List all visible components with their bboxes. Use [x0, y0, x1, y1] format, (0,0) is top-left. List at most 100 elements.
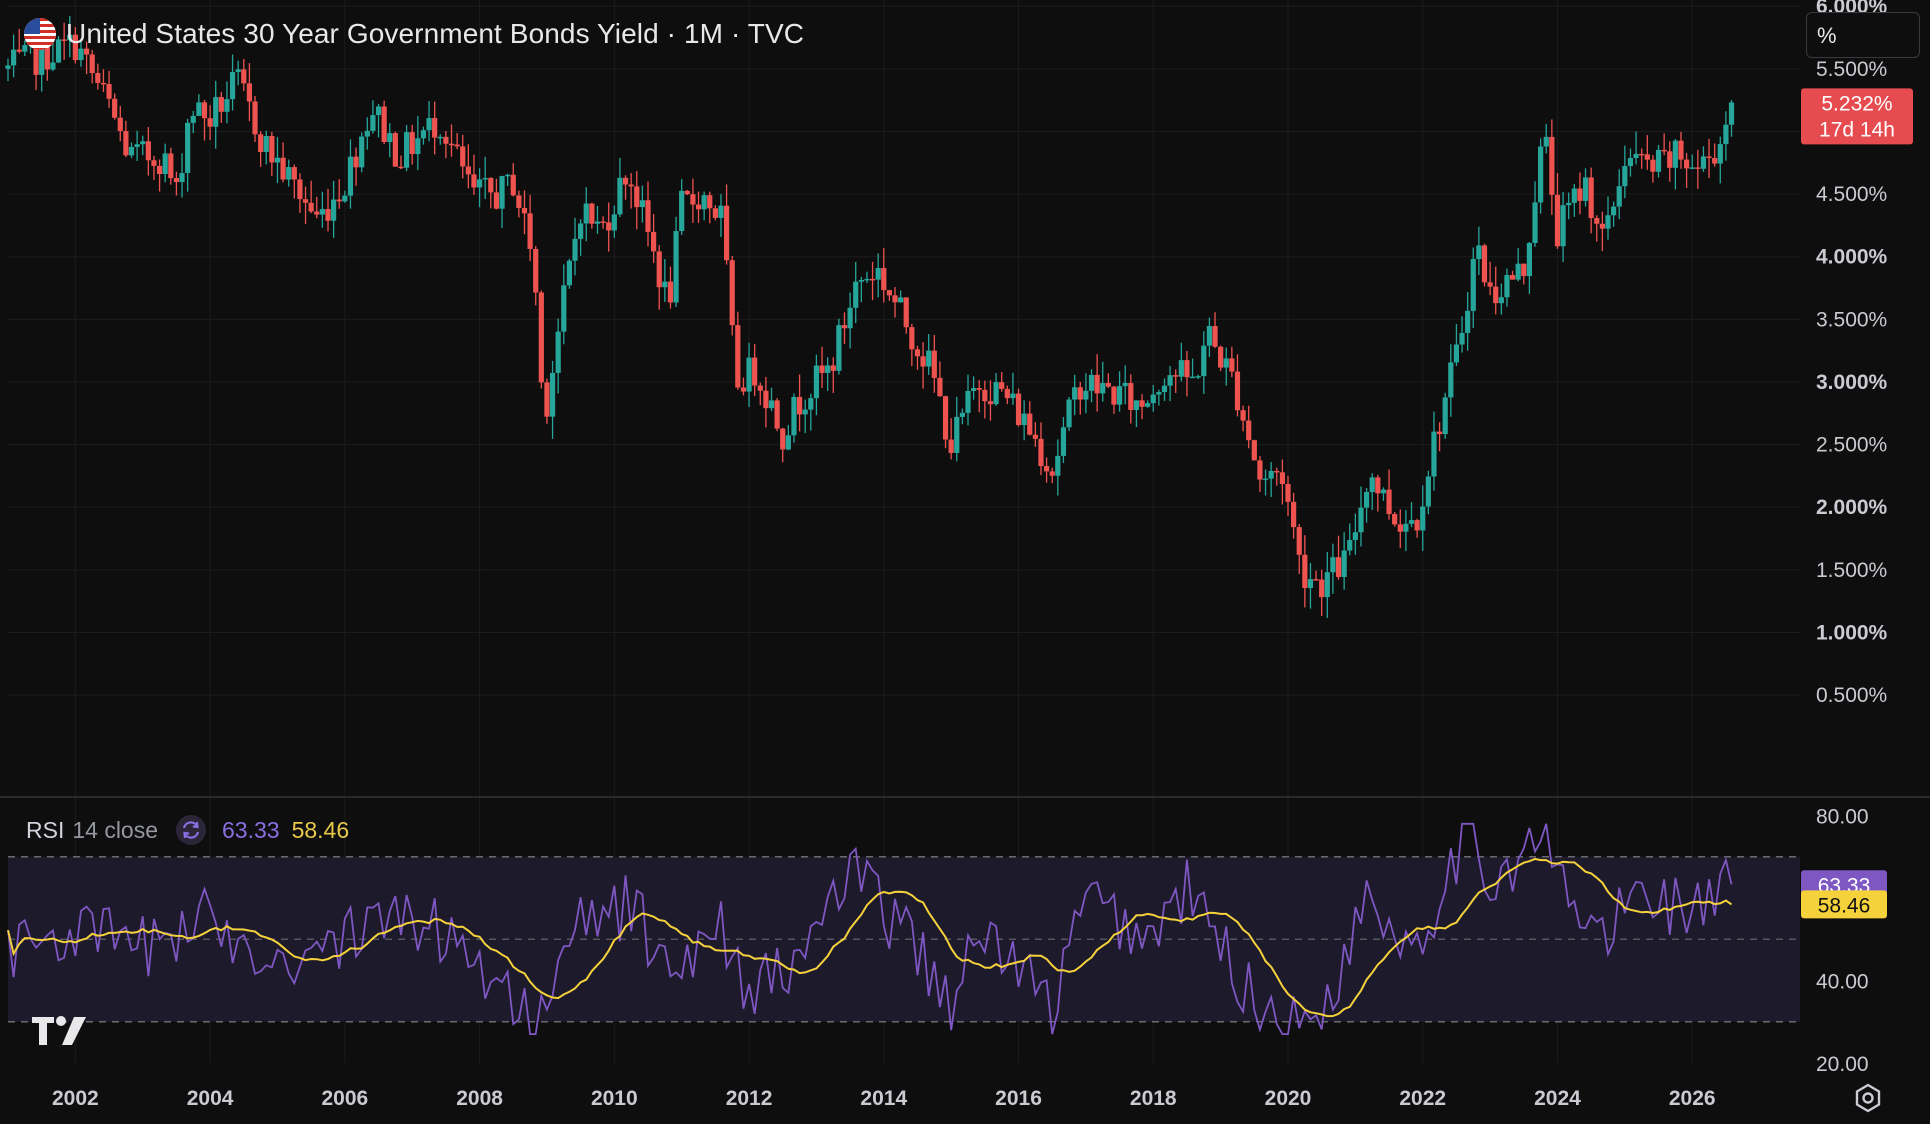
candle [1279, 459, 1285, 505]
candle [1352, 513, 1358, 555]
candle [325, 188, 331, 232]
candle [1408, 502, 1415, 528]
time-axis[interactable]: 2002 2004 2006 2008 2010 2012 2014 2016 2018 2020… [52, 1087, 1716, 1110]
candle [1077, 381, 1083, 415]
unit-selector[interactable]: % [1806, 12, 1920, 58]
candle [1319, 569, 1325, 617]
candle [1206, 317, 1213, 358]
candle [690, 178, 696, 223]
candle [1296, 523, 1302, 575]
rsi-legend[interactable]: RSI 14 close 63.33 58.46 [26, 812, 349, 848]
candle [1543, 123, 1549, 154]
candle [606, 202, 612, 252]
candle [1627, 148, 1634, 177]
candle [353, 147, 359, 186]
candle [471, 154, 477, 195]
rsi-params: 14 close [72, 816, 159, 843]
candle [1363, 488, 1370, 523]
candle [656, 245, 662, 310]
candle [971, 376, 977, 400]
candle [611, 205, 617, 238]
rsi-axis[interactable]: 80.00 40.00 20.00 [1816, 806, 1869, 1077]
candle [909, 323, 915, 366]
candle [566, 258, 573, 289]
candle [886, 290, 893, 301]
candle [1700, 146, 1707, 172]
candle [1150, 384, 1156, 412]
candle [1262, 469, 1269, 496]
candle [1448, 344, 1454, 417]
candle [403, 125, 410, 172]
candle [1588, 167, 1594, 234]
price-tick-label: 1.500% [1816, 559, 1887, 582]
candle [768, 387, 775, 412]
candle [1274, 467, 1280, 486]
time-tick-label: 2022 [1399, 1087, 1446, 1110]
candle [106, 70, 112, 108]
candle [1139, 394, 1145, 420]
candle [331, 180, 337, 238]
candle [1538, 138, 1544, 214]
price-tick-label: 3.000% [1816, 371, 1888, 394]
candle [1582, 168, 1589, 207]
candle [1111, 385, 1117, 414]
candle [780, 427, 786, 463]
candle [600, 216, 606, 229]
candle [1599, 211, 1605, 252]
settings-icon[interactable] [1852, 1082, 1884, 1119]
candle [1240, 405, 1246, 432]
chart-title[interactable]: United States 30 Year Government Bonds Y… [66, 18, 804, 50]
candle [196, 94, 202, 116]
time-tick-label: 2006 [321, 1087, 368, 1110]
tradingview-logo[interactable] [30, 1015, 90, 1052]
chart-canvas[interactable]: 6.000%5.500%5.000%4.500%4.000%3.500%3.00… [0, 0, 1930, 1124]
candle [1330, 543, 1336, 594]
candle [1712, 143, 1718, 167]
candle [869, 261, 876, 301]
candle [1644, 135, 1650, 170]
candle [151, 155, 157, 180]
sync-icon[interactable] [176, 815, 207, 845]
candle [1212, 312, 1218, 349]
candle [830, 357, 836, 393]
candle [499, 175, 505, 228]
candle [1554, 173, 1561, 249]
candle [162, 143, 168, 183]
candle [1375, 474, 1381, 512]
candle [1027, 401, 1033, 436]
candle [1251, 439, 1257, 461]
candle [117, 105, 123, 142]
candle [1723, 111, 1729, 161]
candle [1223, 347, 1229, 386]
candle [948, 418, 954, 460]
candle [622, 175, 629, 200]
candle [1302, 535, 1308, 608]
candle [544, 378, 550, 424]
candle [1683, 153, 1690, 188]
candle [263, 130, 269, 165]
candle [190, 110, 196, 134]
candle [1465, 292, 1471, 351]
candle [179, 153, 185, 198]
rsi-name[interactable]: RSI [26, 817, 64, 844]
candle [123, 120, 129, 158]
price-tick-label: 4.000% [1816, 246, 1888, 269]
price-tick-label: 3.500% [1816, 308, 1887, 331]
candle [521, 190, 528, 235]
candle [718, 194, 724, 237]
candle [229, 54, 236, 111]
candle [1425, 470, 1431, 515]
candle [1032, 422, 1038, 447]
price-candles[interactable] [5, 15, 1735, 618]
candle [1498, 283, 1504, 315]
time-tick-label: 2018 [1130, 1087, 1177, 1110]
rsi-tick-label: 20.00 [1816, 1053, 1869, 1076]
candle [1392, 511, 1398, 527]
candle [847, 292, 853, 349]
candle [1088, 369, 1095, 403]
candle [572, 217, 578, 276]
candle [1189, 358, 1196, 379]
candle [1173, 369, 1179, 394]
candle [976, 380, 982, 413]
candle [140, 135, 146, 156]
